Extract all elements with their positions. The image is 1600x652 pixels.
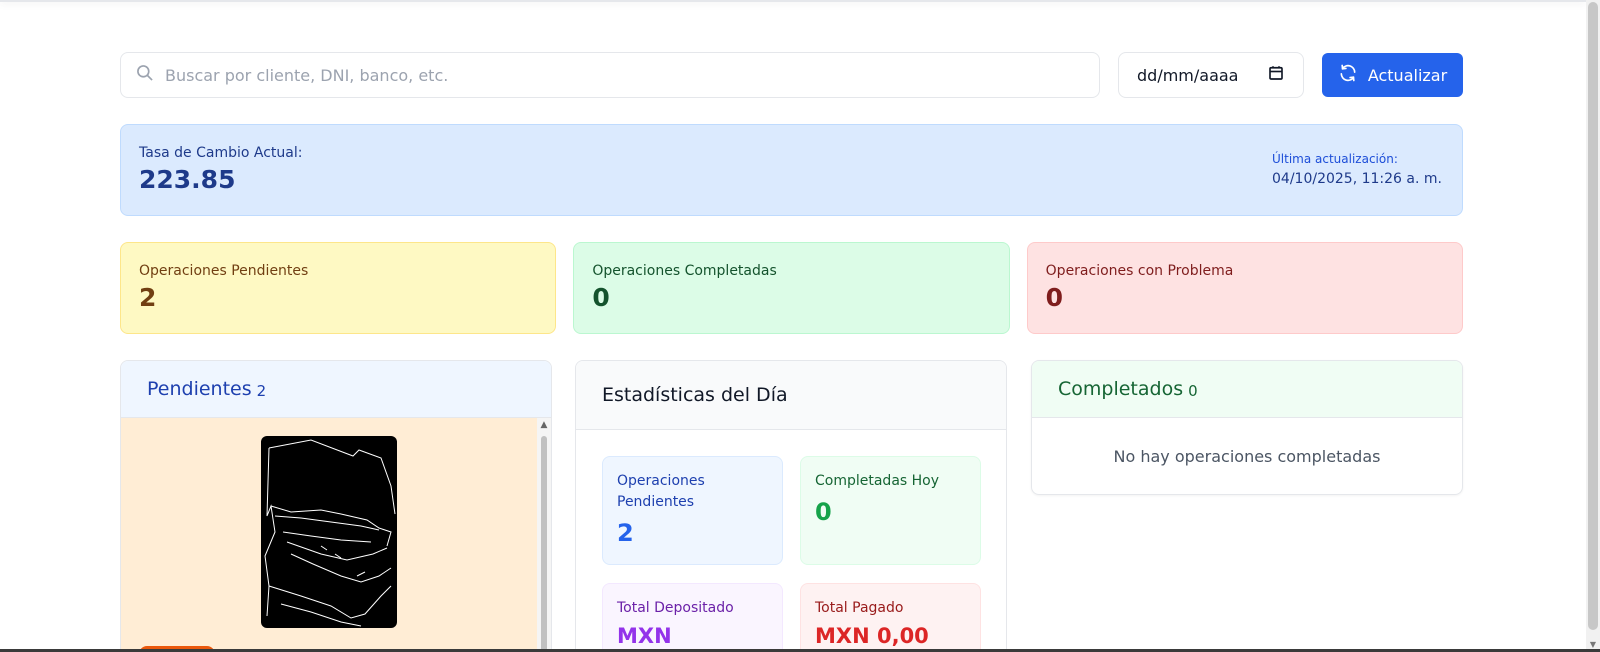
refresh-icon: [1338, 63, 1358, 87]
card-label: Operaciones Pendientes: [139, 263, 309, 279]
daily-stats-panel: Estadísticas del Día Operaciones Pendien…: [575, 360, 1007, 652]
dashboard-top: dd/mm/aaaa Actualizar Tasa de Cambio Act…: [120, 52, 1463, 334]
completed-panel-count: 0: [1188, 381, 1198, 400]
pending-operation-item[interactable]: [121, 418, 537, 651]
stat-value: 0: [815, 498, 832, 526]
stat-pending-tile: Operaciones Pendientes 2: [602, 456, 783, 565]
empty-state-text: No hay operaciones completadas: [1113, 447, 1381, 466]
daily-stats-title: Estadísticas del Día: [576, 361, 1006, 430]
card-label: Operaciones con Problema: [1045, 263, 1234, 279]
card-label: Operaciones Completadas: [592, 263, 777, 279]
pending-list-scrollbar[interactable]: ▲: [537, 418, 551, 651]
filter-row: dd/mm/aaaa Actualizar: [120, 52, 1463, 98]
completed-panel-title: Completados: [1058, 378, 1184, 400]
refresh-button-label: Actualizar: [1367, 65, 1448, 85]
card-value: 2: [139, 283, 157, 312]
panels-row: Pendientes 2 ▲ Estadísticas del Día Oper…: [120, 360, 1463, 652]
date-placeholder: dd/mm/aaaa: [1137, 65, 1239, 85]
card-value: 0: [592, 283, 610, 312]
top-shadow-bar: [0, 0, 1586, 2]
receipt-thumbnail[interactable]: [261, 436, 397, 628]
scrollbar-thumb[interactable]: [541, 436, 547, 651]
completed-panel-header: Completados 0: [1032, 361, 1462, 418]
search-box[interactable]: [120, 52, 1100, 98]
search-input[interactable]: [165, 65, 1065, 85]
page-scrollbar[interactable]: ▼: [1586, 0, 1600, 652]
calendar-icon[interactable]: [1267, 64, 1285, 86]
pending-panel-count: 2: [256, 381, 267, 400]
pending-operations-card: Operaciones Pendientes 2: [120, 242, 557, 334]
stat-label: Total Pagado: [815, 600, 904, 616]
stat-completed-today-tile: Completadas Hoy 0: [800, 456, 981, 565]
status-cards: Operaciones Pendientes 2 Operaciones Com…: [120, 242, 1463, 334]
stat-label: Total Depositado: [617, 600, 734, 616]
last-update-value: 04/10/2025, 11:26 a. m.: [1272, 171, 1442, 187]
completed-operations-card: Operaciones Completadas 0: [573, 242, 1010, 334]
stat-label: Operaciones Pendientes: [617, 473, 705, 510]
stat-label: Completadas Hoy: [815, 473, 940, 489]
pending-panel-header: Pendientes 2: [121, 361, 551, 418]
card-value: 0: [1045, 283, 1064, 312]
stat-value: MXN 6.996,58: [617, 624, 721, 651]
page-scrollbar-thumb[interactable]: [1588, 2, 1598, 630]
stat-value: 2: [617, 519, 634, 547]
scroll-up-icon[interactable]: ▲: [539, 420, 549, 430]
exchange-rate-value: 223.85: [139, 165, 236, 194]
stat-value: MXN 0,00: [815, 624, 929, 648]
date-filter-input[interactable]: dd/mm/aaaa: [1118, 52, 1304, 98]
exchange-rate-banner: Tasa de Cambio Actual: 223.85 Última act…: [120, 124, 1463, 216]
problem-operations-card: Operaciones con Problema 0: [1026, 242, 1463, 334]
pending-panel-title: Pendientes: [147, 378, 252, 400]
stat-total-paid-tile: Total Pagado MXN 0,00: [800, 583, 981, 651]
search-icon: [135, 63, 155, 87]
refresh-button[interactable]: Actualizar: [1322, 53, 1463, 97]
completed-panel: Completados 0 No hay operaciones complet…: [1031, 360, 1463, 495]
exchange-rate-label: Tasa de Cambio Actual:: [139, 145, 303, 161]
stat-total-deposited-tile: Total Depositado MXN 6.996,58: [602, 583, 783, 651]
pending-panel: Pendientes 2 ▲: [120, 360, 552, 652]
last-update-label: Última actualización:: [1272, 152, 1398, 166]
